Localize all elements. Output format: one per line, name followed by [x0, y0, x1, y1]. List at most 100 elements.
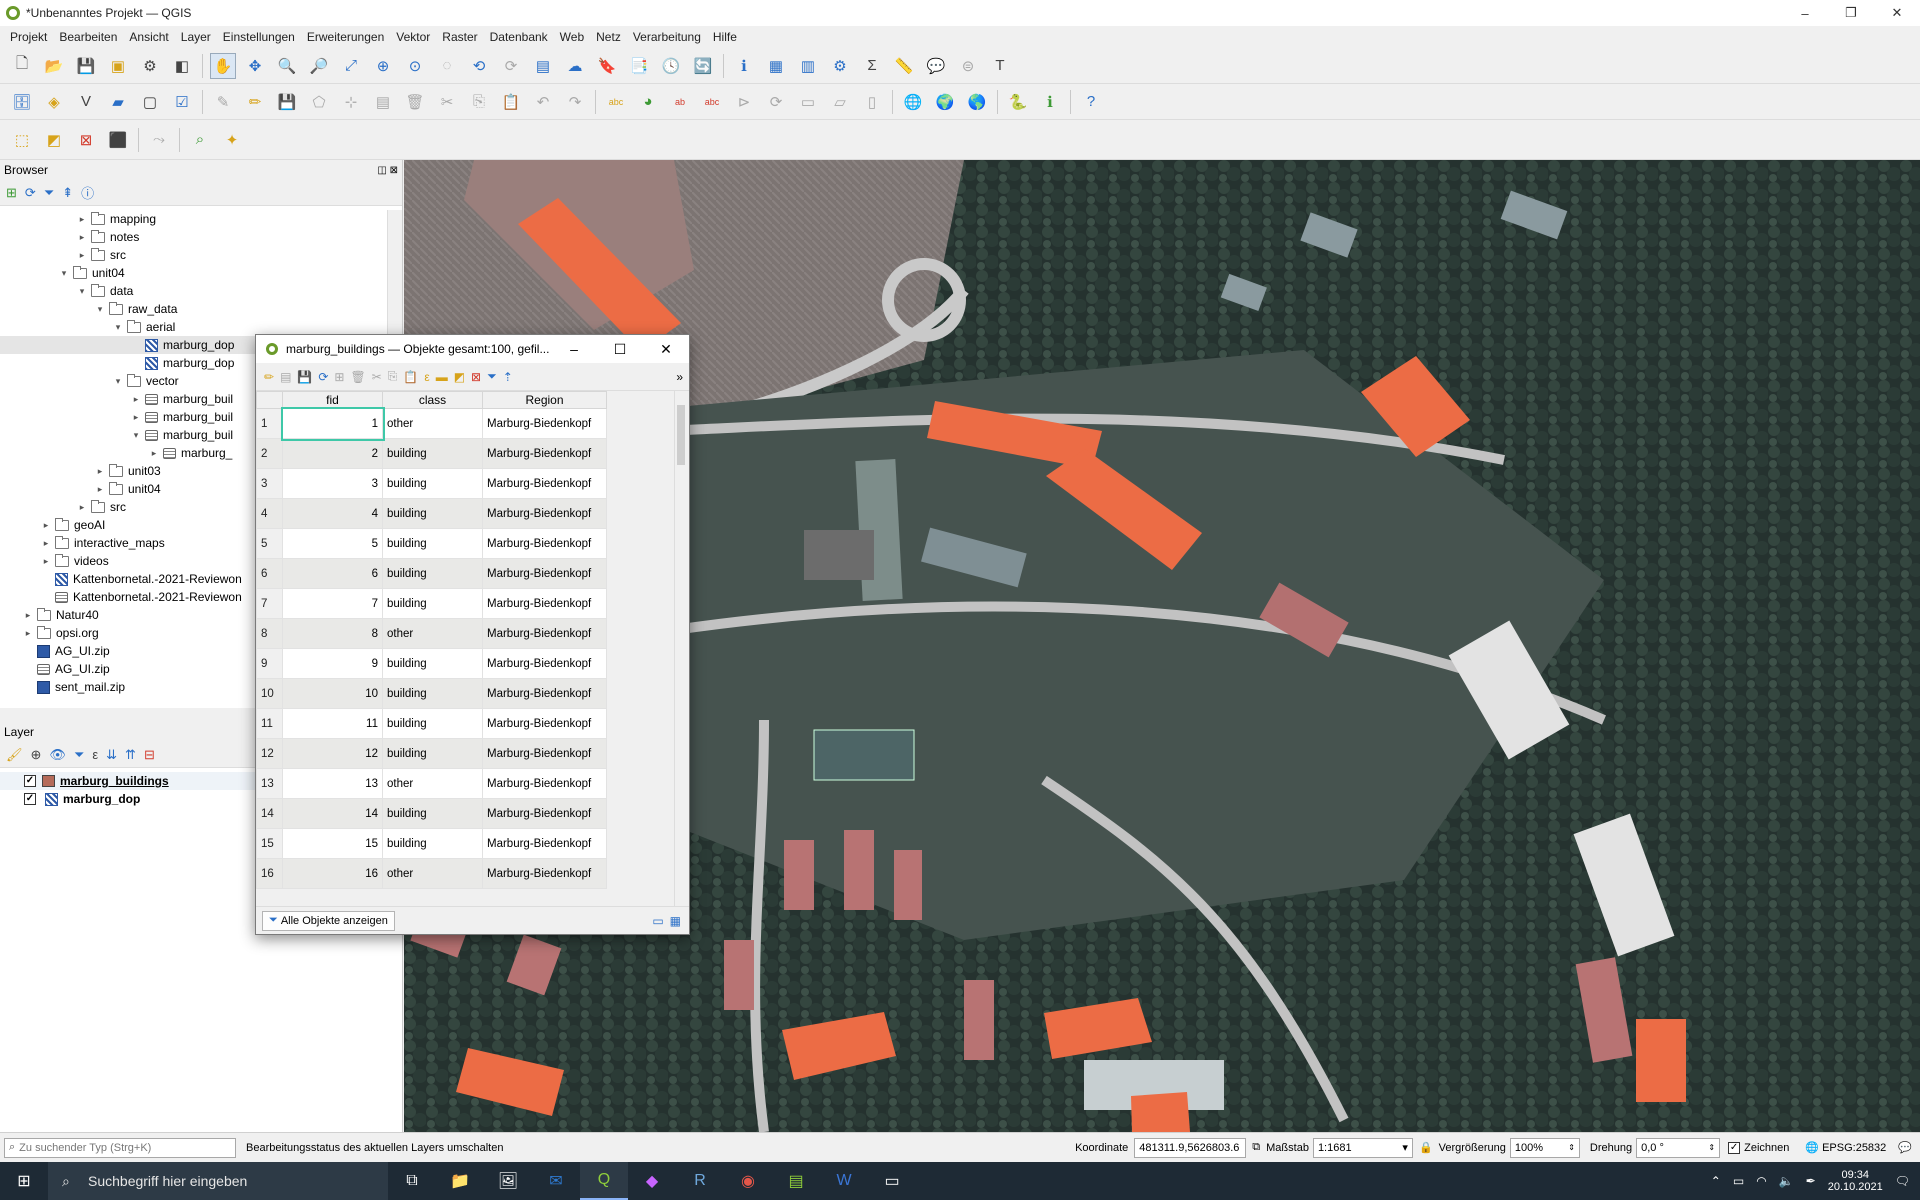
outlook-icon[interactable]: ✉: [532, 1162, 580, 1200]
collapse-arrow-icon[interactable]: ▾: [112, 322, 124, 333]
menu-einstellungen[interactable]: Einstellungen: [217, 30, 301, 44]
table-row[interactable]: 16 16 other Marburg-Biedenkopf: [256, 858, 607, 889]
expand-arrow-icon[interactable]: ▸: [76, 214, 88, 225]
expand-arrow-icon[interactable]: ▸: [22, 628, 34, 639]
cell-class[interactable]: other: [382, 618, 483, 649]
new-3d-view-icon[interactable]: ☁: [562, 53, 588, 79]
photos-app-icon[interactable]: 🖼: [484, 1162, 532, 1200]
cell-fid[interactable]: 13: [282, 768, 383, 799]
row-number[interactable]: 2: [256, 438, 283, 469]
temporal-controller-icon[interactable]: 🕓: [658, 53, 684, 79]
layer-visibility-checkbox[interactable]: ✓: [24, 775, 36, 787]
manage-visibility-icon[interactable]: 👁: [49, 747, 66, 763]
statistical-summary-icon[interactable]: ▥: [795, 53, 821, 79]
render-checkbox[interactable]: ✓: [1728, 1141, 1741, 1154]
add-polygon-icon[interactable]: ⬠: [306, 89, 332, 115]
add-layer-icon[interactable]: ⊞: [6, 185, 17, 201]
expand-all-icon[interactable]: ⇊: [106, 747, 117, 763]
filter-icon[interactable]: ⏷: [487, 369, 497, 384]
cell-fid[interactable]: 15: [282, 828, 383, 859]
more-tools-icon[interactable]: »: [676, 370, 683, 384]
new-virtual-layer-icon[interactable]: ▢: [137, 89, 163, 115]
save-project-icon[interactable]: 💾: [73, 53, 99, 79]
select-by-location-icon[interactable]: ⊜: [955, 53, 981, 79]
rotate-label-icon[interactable]: ⟳: [763, 89, 789, 115]
attribute-grid[interactable]: fid class Region 1 1 other Marburg-Biedenko…: [256, 391, 676, 906]
panel-close-icon[interactable]: ◫ ⊠: [377, 165, 398, 176]
row-number[interactable]: 5: [256, 528, 283, 559]
volume-icon[interactable]: 🔈: [1779, 1174, 1794, 1188]
add-group-icon[interactable]: ⊕: [31, 747, 42, 763]
notifications-icon[interactable]: 🗨: [1895, 1174, 1910, 1188]
collapse-all-layers-icon[interactable]: ⇈: [125, 747, 136, 763]
multi-edit-icon[interactable]: ▤: [280, 370, 291, 384]
expand-arrow-icon[interactable]: ▸: [148, 448, 160, 459]
zoom-full-icon[interactable]: ⤢: [338, 53, 364, 79]
row-number[interactable]: 12: [256, 738, 283, 769]
help-icon[interactable]: ?: [1078, 89, 1104, 115]
measure-line-icon[interactable]: 📏: [891, 53, 917, 79]
collapse-arrow-icon[interactable]: ▾: [94, 304, 106, 315]
restore-button[interactable]: ❐: [1828, 0, 1874, 26]
change-label-icon[interactable]: ▭: [795, 89, 821, 115]
table-row[interactable]: 2 2 building Marburg-Biedenkopf: [256, 438, 607, 469]
field-calculator-icon[interactable]: Σ: [859, 53, 885, 79]
cell-region[interactable]: Marburg-Biedenkopf: [482, 468, 607, 499]
zoom-native-icon[interactable]: ◌: [434, 53, 460, 79]
crs-button[interactable]: EPSG:25832: [1822, 1142, 1886, 1154]
invert-selection-icon[interactable]: ◩: [454, 370, 465, 384]
map-tips-icon[interactable]: 💬: [923, 53, 949, 79]
table-row[interactable]: 8 8 other Marburg-Biedenkopf: [256, 618, 607, 649]
paste-icon[interactable]: 📋: [403, 370, 418, 384]
zoom-layer-icon[interactable]: ⊙: [402, 53, 428, 79]
toggle-extents-icon[interactable]: ⧉: [1252, 1141, 1260, 1154]
redo-icon[interactable]: ↷: [562, 89, 588, 115]
pan-to-selection-icon[interactable]: ✥: [242, 53, 268, 79]
cell-class[interactable]: other: [382, 768, 483, 799]
form-view-icon[interactable]: ▭: [652, 914, 663, 928]
zoom-selection-icon[interactable]: ⊕: [370, 53, 396, 79]
table-row[interactable]: 13 13 other Marburg-Biedenkopf: [256, 768, 607, 799]
table-row[interactable]: 9 9 building Marburg-Biedenkopf: [256, 648, 607, 679]
dialog-maximize-button[interactable]: ☐: [597, 335, 643, 363]
table-row[interactable]: 7 7 building Marburg-Biedenkopf: [256, 588, 607, 619]
remove-layer-icon[interactable]: ⊟: [144, 747, 155, 763]
cell-class[interactable]: other: [382, 408, 483, 439]
copy-features-icon[interactable]: ⎘: [466, 89, 492, 115]
cell-region[interactable]: Marburg-Biedenkopf: [482, 558, 607, 589]
column-header-class[interactable]: class: [382, 391, 483, 409]
word-icon[interactable]: W: [820, 1162, 868, 1200]
cell-fid[interactable]: 9: [282, 648, 383, 679]
table-row[interactable]: 6 6 building Marburg-Biedenkopf: [256, 558, 607, 589]
refresh-icon[interactable]: 🔄: [690, 53, 716, 79]
cell-fid[interactable]: 6: [282, 558, 383, 589]
collapse-arrow-icon[interactable]: ▾: [112, 376, 124, 387]
expand-arrow-icon[interactable]: ▸: [76, 232, 88, 243]
terminal-icon[interactable]: ▭: [868, 1162, 916, 1200]
cell-fid[interactable]: 5: [282, 528, 383, 559]
locator-search-icon[interactable]: ⌕: [187, 127, 213, 153]
menu-projekt[interactable]: Projekt: [4, 30, 53, 44]
expand-arrow-icon[interactable]: ▸: [76, 502, 88, 513]
cell-region[interactable]: Marburg-Biedenkopf: [482, 528, 607, 559]
current-edits-icon[interactable]: ✎: [210, 89, 236, 115]
python-console-icon[interactable]: 🐍: [1005, 89, 1031, 115]
row-number[interactable]: 13: [256, 768, 283, 799]
rotation-field[interactable]: 0,0 ° ⇕: [1636, 1137, 1721, 1158]
cell-fid[interactable]: 10: [282, 678, 383, 709]
cell-region[interactable]: Marburg-Biedenkopf: [482, 408, 607, 439]
cell-class[interactable]: building: [382, 708, 483, 739]
new-print-layout-icon[interactable]: ▣: [105, 53, 131, 79]
new-project-icon[interactable]: 🗋: [9, 53, 35, 79]
menu-ansicht[interactable]: Ansicht: [123, 30, 174, 44]
expand-arrow-icon[interactable]: ▸: [94, 466, 106, 477]
filter-legend-icon[interactable]: ⏷: [74, 747, 84, 763]
cell-fid[interactable]: 14: [282, 798, 383, 829]
table-row[interactable]: 1 1 other Marburg-Biedenkopf: [256, 406, 607, 441]
collapse-arrow-icon[interactable]: ▾: [58, 268, 70, 279]
table-row[interactable]: 10 10 building Marburg-Biedenkopf: [256, 678, 607, 709]
column-header-fid[interactable]: fid: [282, 391, 383, 409]
georeferencer-icon[interactable]: ✦: [219, 127, 245, 153]
properties-icon[interactable]: ⓘ: [81, 183, 94, 202]
vertex-tool-icon[interactable]: ⊹: [338, 89, 364, 115]
